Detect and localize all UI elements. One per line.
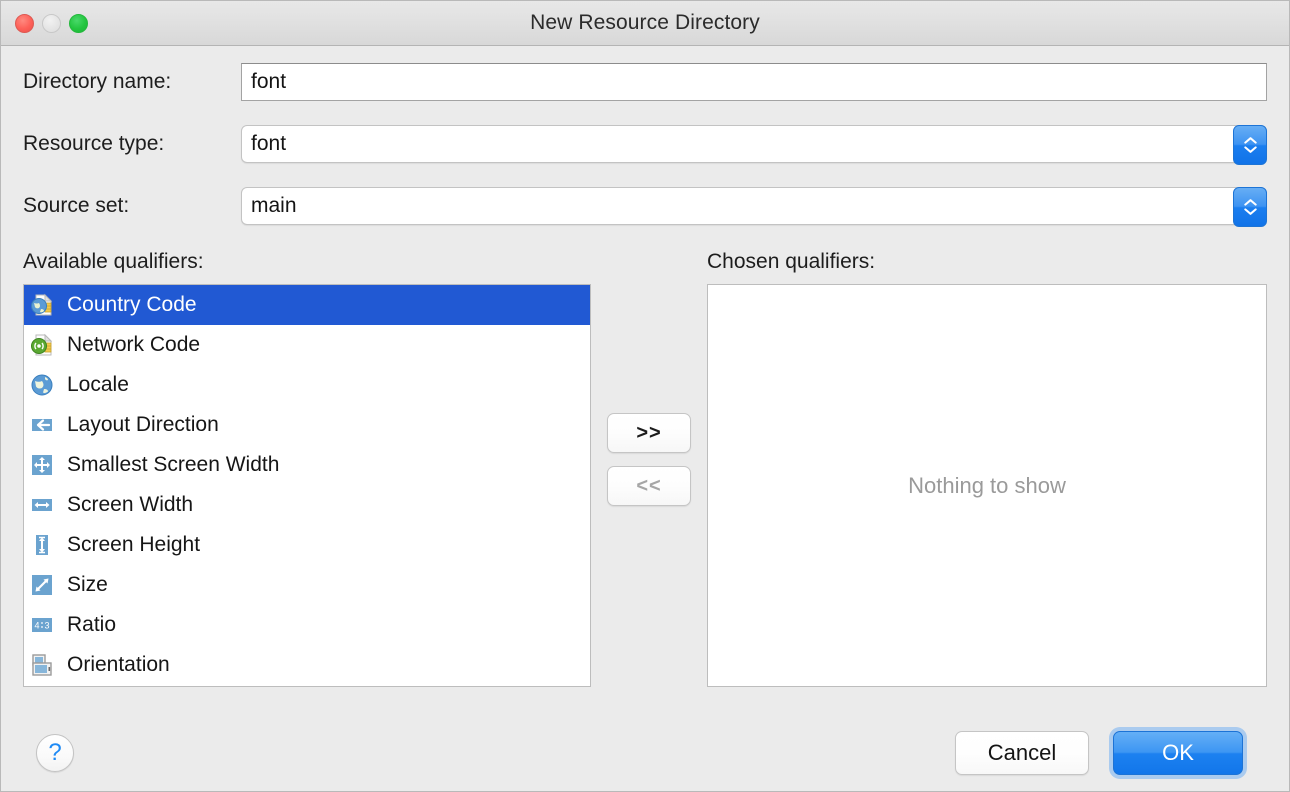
list-item[interactable]: Screen Height [24,525,590,565]
screen-width-icon [29,492,55,518]
help-button[interactable]: ? [36,734,74,772]
chosen-qualifiers-list[interactable]: Nothing to show [707,284,1267,687]
smallest-screen-width-icon [29,452,55,478]
svg-text:4: 4 [34,621,39,631]
resource-type-stepper[interactable] [1233,125,1267,165]
dialog-footer: ? Cancel OK [1,714,1289,791]
list-item[interactable]: Country Code [24,285,590,325]
list-item-label: Size [67,573,108,597]
country-code-icon [29,292,55,318]
locale-icon [29,372,55,398]
resource-type-select[interactable]: font [241,125,1267,163]
list-item-label: Locale [67,373,129,397]
directory-name-label: Directory name: [23,70,241,94]
source-set-select[interactable]: main [241,187,1267,225]
ok-button-focus-ring: OK [1109,727,1247,779]
available-qualifiers-list[interactable]: Country Code [23,284,591,687]
list-item[interactable]: 4 3 Ratio [24,605,590,645]
list-item-label: Layout Direction [67,413,219,437]
transfer-column: >> << [591,248,707,687]
screen-height-icon [29,532,55,558]
window-controls [15,1,88,45]
list-item-label: Network Code [67,333,200,357]
list-item-label: Screen Height [67,533,200,557]
layout-direction-icon [29,412,55,438]
ok-button[interactable]: OK [1113,731,1243,775]
list-item-label: Orientation [67,653,170,677]
dialog-window: New Resource Directory Directory name: f… [0,0,1290,792]
chevron-down-icon [1244,146,1257,153]
available-column: Available qualifiers: [23,248,591,687]
chevron-up-icon [1244,137,1257,144]
orientation-icon [29,652,55,678]
network-code-icon [29,332,55,358]
chosen-qualifiers-label: Chosen qualifiers: [707,248,1267,276]
qualifiers-section: Available qualifiers: [1,248,1289,687]
title-bar: New Resource Directory [1,1,1289,46]
remove-qualifier-button[interactable]: << [607,466,691,506]
source-set-row: Source set: main [23,186,1267,226]
window-title: New Resource Directory [530,11,760,35]
empty-state-text: Nothing to show [908,473,1066,499]
list-item-label: Ratio [67,613,116,637]
source-set-stepper[interactable] [1233,187,1267,227]
add-qualifier-button[interactable]: >> [607,413,691,453]
chevron-up-icon [1244,199,1257,206]
chevron-down-icon [1244,208,1257,215]
chosen-column: Chosen qualifiers: Nothing to show [707,248,1267,687]
list-item[interactable]: Screen Width [24,485,590,525]
size-icon [29,572,55,598]
list-item-label: Smallest Screen Width [67,453,279,477]
resource-type-label: Resource type: [23,132,241,156]
list-item-label: Screen Width [67,493,193,517]
list-item[interactable]: Smallest Screen Width [24,445,590,485]
resource-type-value: font [251,132,286,156]
list-item-label: Country Code [67,293,197,317]
zoom-button[interactable] [69,14,88,33]
list-item[interactable]: Layout Direction [24,405,590,445]
close-button[interactable] [15,14,34,33]
available-qualifiers-label: Available qualifiers: [23,248,591,276]
resource-type-row: Resource type: font [23,124,1267,164]
ratio-icon: 4 3 [29,612,55,638]
list-item[interactable]: Size [24,565,590,605]
list-item[interactable]: Network Code [24,325,590,365]
minimize-button[interactable] [42,14,61,33]
list-item[interactable]: Locale [24,365,590,405]
source-set-label: Source set: [23,194,241,218]
svg-text:3: 3 [44,621,49,631]
cancel-button[interactable]: Cancel [955,731,1089,775]
directory-name-input[interactable]: font [241,63,1267,101]
source-set-value: main [251,194,297,218]
directory-name-row: Directory name: font [23,62,1267,102]
form-section: Directory name: font Resource type: font… [1,46,1289,226]
list-item[interactable]: Orientation [24,645,590,685]
